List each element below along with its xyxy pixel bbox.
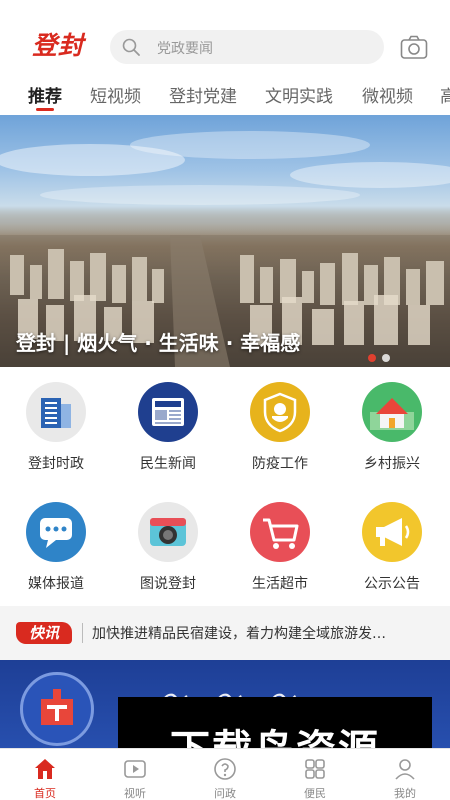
service-icon: [305, 759, 325, 779]
ticker-divider: [82, 623, 83, 643]
nav-home[interactable]: 首页: [0, 749, 90, 800]
banner-caption: 登封 | 烟火气 · 生活味 · 幸福感: [16, 331, 301, 355]
tab-civilization-practice[interactable]: 文明实践: [265, 82, 333, 107]
tab-party-building[interactable]: 登封党建: [169, 82, 237, 107]
newspaper-icon: [138, 382, 198, 442]
tab-short-video[interactable]: 短视频: [90, 82, 141, 107]
flash-news-badge: 快讯: [16, 622, 72, 644]
search-bar[interactable]: 党政要闻: [110, 30, 384, 64]
grid-item-politics[interactable]: 登封时政: [0, 370, 112, 480]
feature-grid: 登封时政 民生新闻 防疫工作 乡村振兴 媒体报道 图说登封 生活超市 公示公告: [0, 370, 450, 605]
tab-more[interactable]: 高: [440, 82, 450, 107]
sky-clouds: [0, 131, 450, 205]
ticker-headline[interactable]: 加快推进精品民宿建设，着力构建全域旅游发…: [92, 623, 442, 643]
top-bar: 登封 党政要闻: [0, 0, 450, 78]
tab-recommend[interactable]: 推荐: [28, 82, 62, 107]
grid-item-public-notice[interactable]: 公示公告: [336, 490, 448, 600]
question-icon: [214, 758, 236, 780]
nav-label: 问政: [214, 787, 236, 800]
grid-label: 生活超市: [252, 576, 308, 592]
camera-icon: [138, 502, 198, 562]
nav-audio-video[interactable]: 视听: [90, 749, 180, 800]
hero-banner[interactable]: 登封 | 烟火气 · 生活味 · 幸福感: [0, 115, 450, 367]
megaphone-icon: [362, 502, 422, 562]
user-icon: [395, 759, 415, 780]
carousel-dots: [368, 347, 396, 366]
grid-item-livelihood-news[interactable]: 民生新闻: [112, 370, 224, 480]
shopping-cart-icon: [250, 502, 310, 562]
chat-bubble-icon: [26, 502, 86, 562]
grid-item-media-reports[interactable]: 媒体报道: [0, 490, 112, 600]
play-icon: [124, 760, 146, 778]
grid-item-epidemic-prevention[interactable]: 防疫工作: [224, 370, 336, 480]
shield-mask-icon: [250, 382, 310, 442]
nav-label: 视听: [124, 787, 146, 800]
grid-label: 登封时政: [28, 456, 84, 472]
grid-item-life-supermarket[interactable]: 生活超市: [224, 490, 336, 600]
active-tab-indicator: [36, 108, 54, 111]
category-tabs: 推荐 短视频 登封党建 文明实践 微视频 高: [0, 78, 450, 118]
grid-label: 民生新闻: [140, 456, 196, 472]
carousel-dot-active[interactable]: [368, 354, 376, 362]
nav-label: 我的: [394, 787, 416, 800]
grid-label: 乡村振兴: [364, 456, 420, 472]
news-ticker[interactable]: 快讯 加快推进精品民宿建设，着力构建全域旅游发…: [0, 606, 450, 660]
tab-micro-video[interactable]: 微视频: [362, 82, 413, 107]
search-placeholder: 党政要闻: [157, 41, 213, 57]
nav-convenience[interactable]: 便民: [270, 749, 360, 800]
grid-label: 图说登封: [140, 576, 196, 592]
grid-label: 媒体报道: [28, 576, 84, 592]
bottom-nav: 首页 视听 问政 便民 我的: [0, 748, 450, 800]
grid-label: 防疫工作: [252, 456, 308, 472]
house-icon: [362, 382, 422, 442]
search-icon: [122, 38, 140, 56]
home-icon: [35, 759, 55, 779]
nav-label: 首页: [34, 787, 56, 800]
app-logo[interactable]: 登封: [32, 26, 84, 62]
nav-mine[interactable]: 我的: [360, 749, 450, 800]
horizon-haze: [0, 207, 450, 235]
nav-label: 便民: [304, 787, 326, 800]
camera-icon[interactable]: [400, 34, 428, 60]
grid-item-photo-dengfeng[interactable]: 图说登封: [112, 490, 224, 600]
nav-inquiry[interactable]: 问政: [180, 749, 270, 800]
grid-item-rural-revitalization[interactable]: 乡村振兴: [336, 370, 448, 480]
building-icon: [26, 382, 86, 442]
carousel-dot[interactable]: [382, 354, 390, 362]
grid-label: 公示公告: [364, 576, 420, 592]
emblem-logo: [20, 672, 94, 746]
